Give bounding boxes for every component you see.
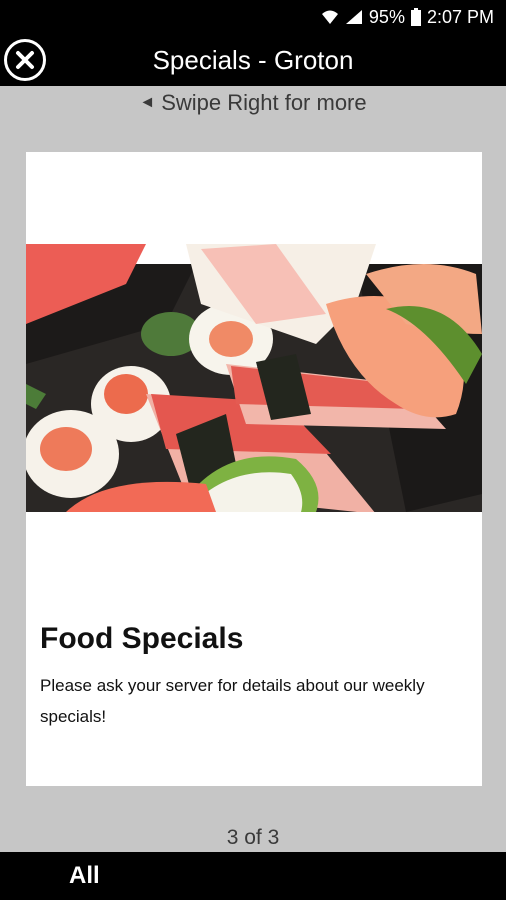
special-card[interactable]: Food Specials Please ask your server for… [26, 152, 482, 786]
clock: 2:07 PM [426, 6, 494, 27]
card-description: Please ask your server for details about… [40, 676, 425, 726]
sushi-platter-image [26, 244, 482, 512]
signal-icon [345, 9, 363, 25]
swipe-hint: ◄ Swipe Right for more [0, 88, 506, 118]
card-title: Food Specials [40, 622, 244, 655]
status-bar: 95% 2:07 PM [0, 0, 506, 34]
header-bar: Specials - Groton [0, 34, 506, 86]
tab-all[interactable]: All [69, 852, 100, 900]
page-indicator: 3 of 3 [226, 826, 280, 849]
battery-percentage: 95% [368, 6, 405, 27]
close-button[interactable] [4, 39, 46, 81]
left-arrow-icon: ◄ [139, 94, 156, 111]
page-title: Specials - Groton [152, 44, 354, 75]
close-icon [16, 51, 34, 69]
swipe-hint-text: Swipe Right for more [161, 90, 367, 115]
bottom-tab-bar: All [0, 852, 506, 900]
wifi-icon [321, 9, 339, 25]
battery-icon [410, 8, 421, 26]
